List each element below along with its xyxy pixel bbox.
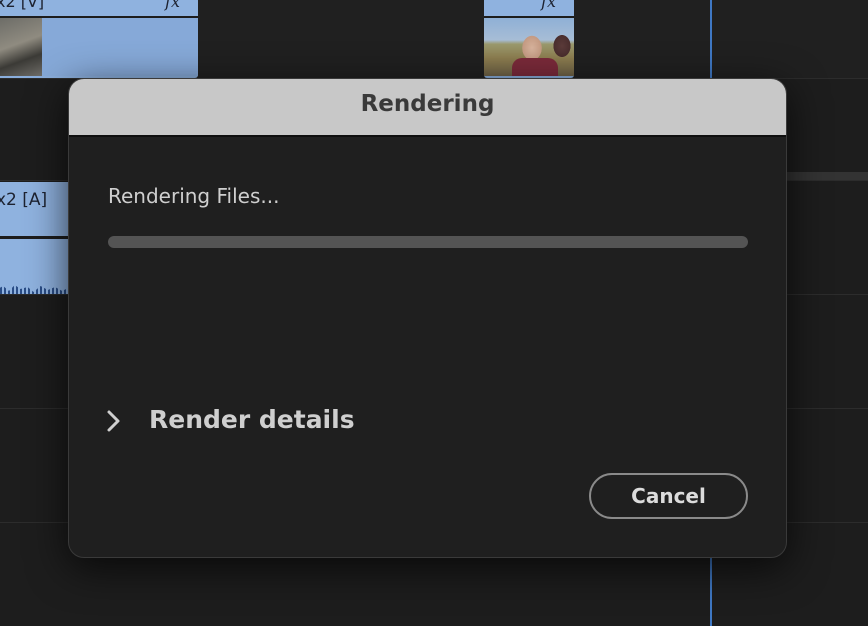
render-progress-bar	[108, 236, 748, 248]
render-details-toggle[interactable]: Render details	[105, 401, 365, 441]
dialog-titlebar: Rendering	[69, 79, 786, 137]
render-details-label: Render details	[149, 405, 355, 434]
fx-icon: fx	[541, 0, 556, 11]
audio-waveform	[0, 285, 68, 294]
dialog-title: Rendering	[360, 91, 495, 117]
audio-clip-1[interactable]: x2 [A]	[0, 182, 68, 294]
cancel-button[interactable]: Cancel	[589, 473, 748, 519]
clip-thumbnail	[0, 18, 42, 76]
clip-thumbnail	[484, 18, 574, 76]
clip-header: fx	[484, 0, 574, 18]
track-scroll-strip[interactable]	[786, 172, 868, 180]
chevron-right-icon	[107, 410, 120, 432]
video-clip-1[interactable]: x2 [V] fx	[0, 0, 198, 78]
video-clip-2[interactable]: fx	[484, 0, 574, 78]
thumbnail-detail	[512, 58, 558, 76]
render-status-text: Rendering Files...	[108, 184, 280, 208]
clip-name: x2 [A]	[0, 190, 48, 210]
rendering-dialog: Rendering Rendering Files... Render deta…	[68, 78, 787, 558]
clip-thumbnail	[42, 18, 198, 76]
clip-name: x2 [V]	[0, 0, 45, 11]
clip-divider	[0, 236, 68, 239]
fx-icon: fx	[165, 0, 180, 11]
clip-header: x2 [V] fx	[0, 0, 198, 18]
